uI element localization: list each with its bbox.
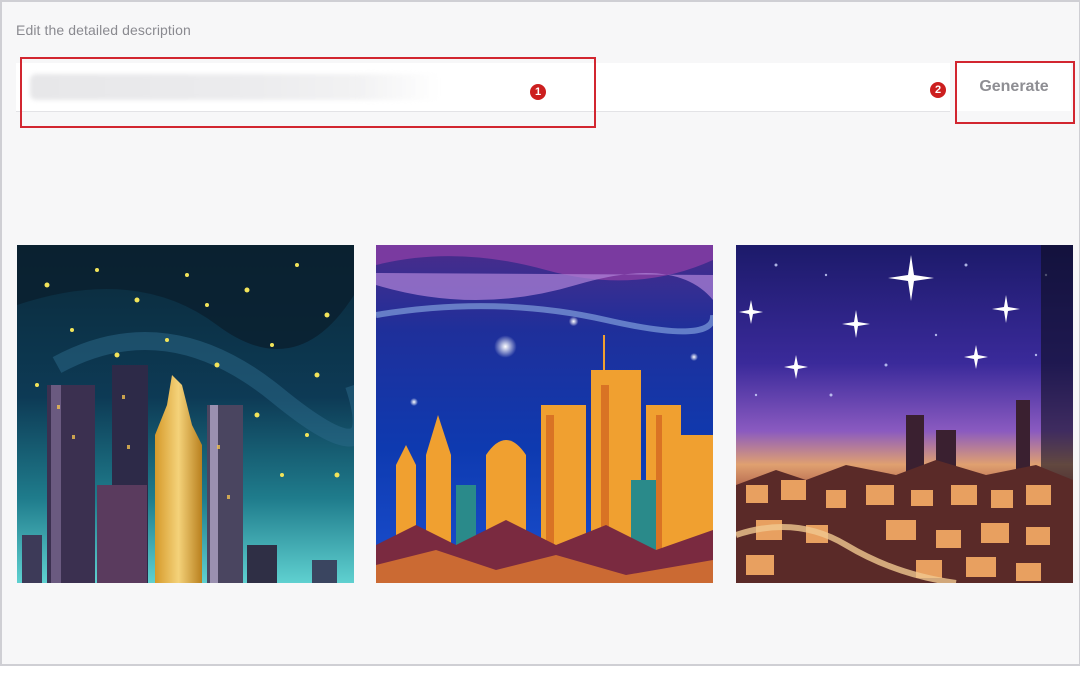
painting-night-skyscrapers: [17, 245, 354, 583]
step-badge-2: 2: [930, 82, 946, 98]
result-image-3[interactable]: [736, 245, 1073, 583]
painting-city-starry-sky: [736, 245, 1073, 583]
painting-starry-skyline: [376, 245, 713, 583]
annotation-box-input: [20, 57, 596, 128]
annotation-box-generate: [955, 61, 1075, 124]
result-image-1[interactable]: [17, 245, 354, 583]
step-badge-1: 1: [530, 84, 546, 100]
prompt-label: Edit the detailed description: [16, 22, 191, 38]
result-image-2[interactable]: [376, 245, 713, 583]
